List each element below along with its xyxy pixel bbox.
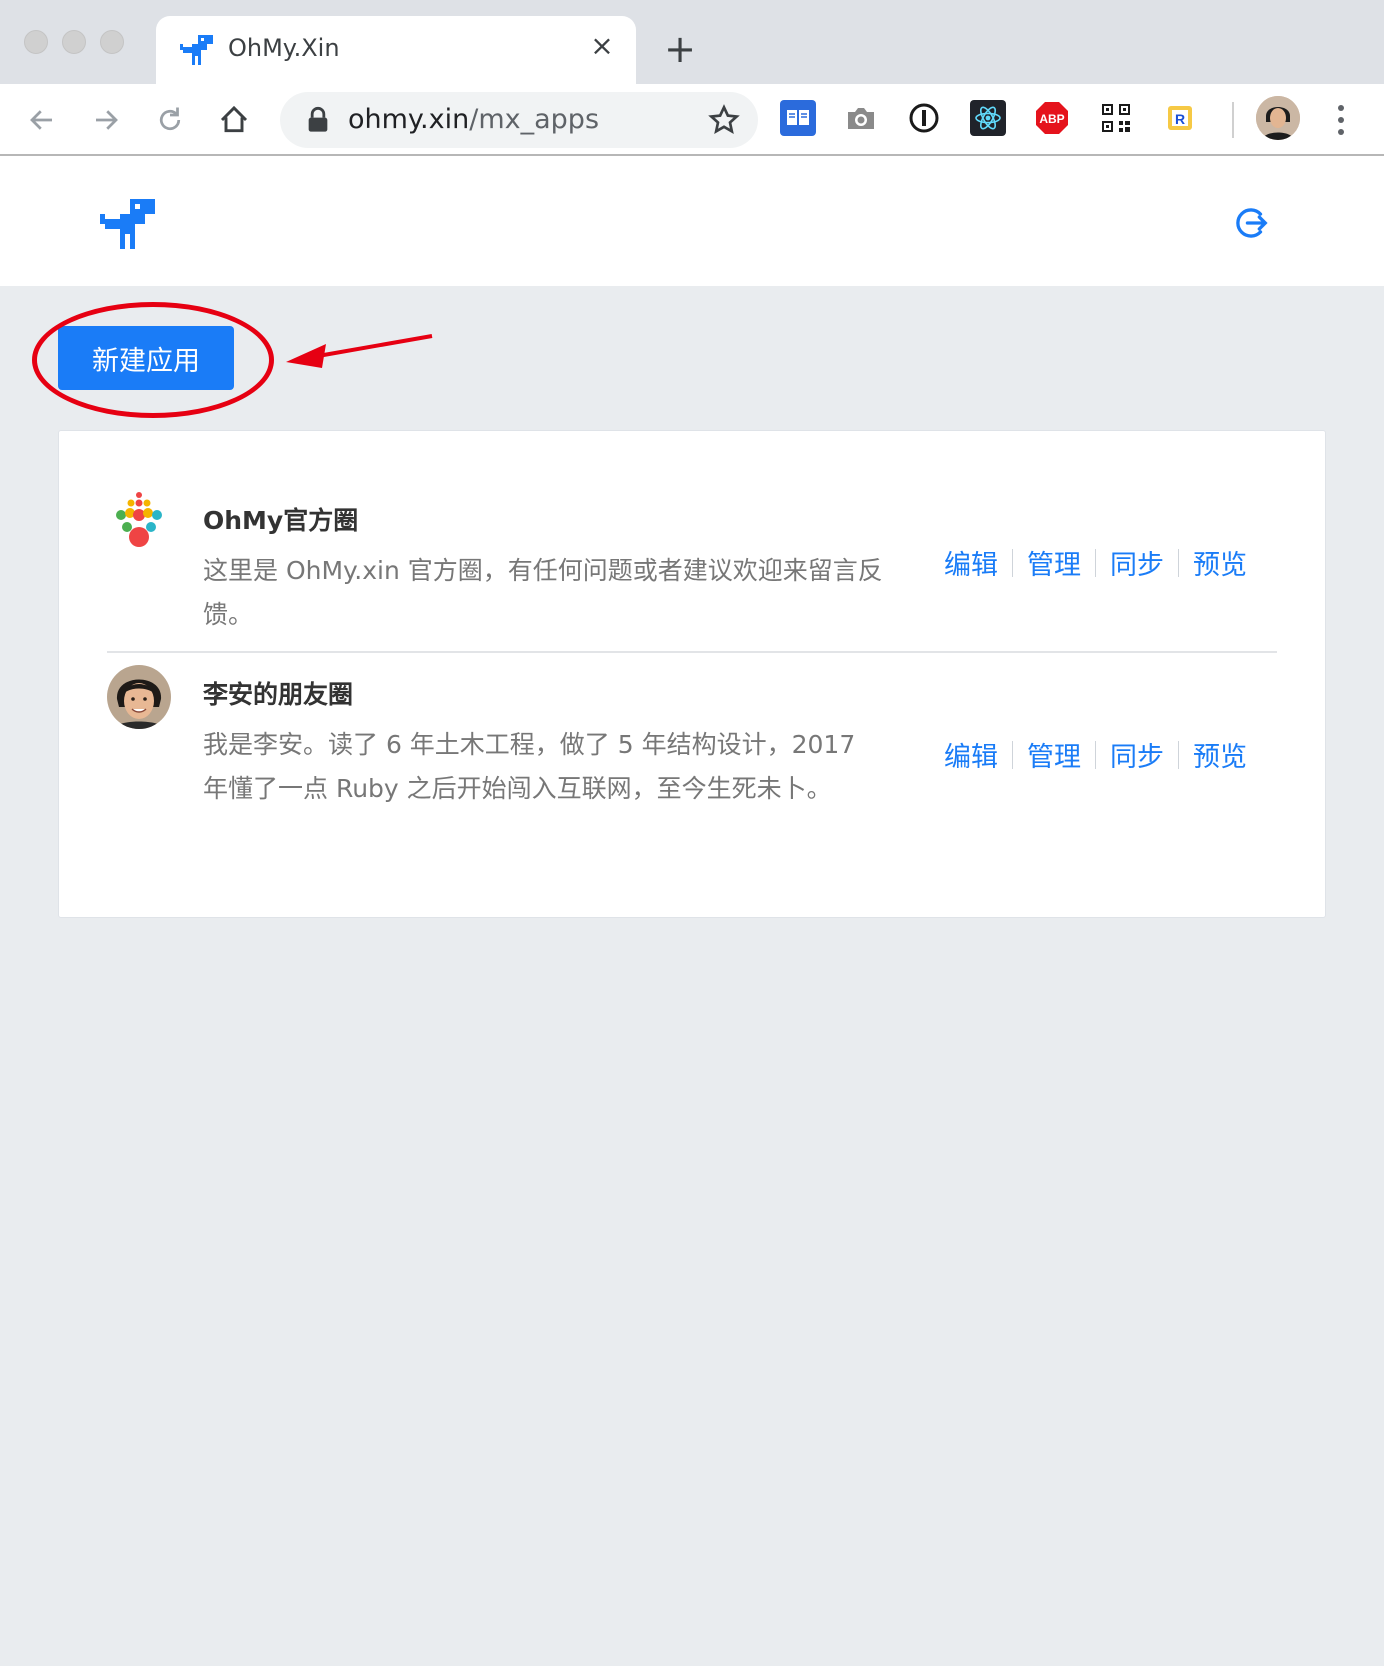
- profile-avatar[interactable]: [1256, 96, 1300, 140]
- app-avatar-ohmy: [107, 491, 171, 555]
- reader-mode-icon[interactable]: [780, 100, 816, 136]
- arrow-left-icon: [30, 110, 52, 130]
- manage-link[interactable]: 管理: [1013, 543, 1095, 582]
- url-path: /mx_apps: [469, 104, 600, 135]
- app-description: 这里是 OhMy.xin 官方圈，有任何问题或者建议欢迎来留言反馈。: [203, 556, 883, 629]
- edit-link[interactable]: 编辑: [930, 735, 1012, 774]
- app-title[interactable]: 李安的朋友圈: [203, 675, 353, 711]
- tab-close-icon[interactable]: ×: [586, 30, 618, 62]
- app-header: [0, 158, 1384, 286]
- annotation-highlight-ellipse: [32, 302, 274, 418]
- annotation-arrow-icon: [286, 334, 433, 368]
- new-tab-button[interactable]: +: [660, 30, 700, 70]
- app-actions: 编辑 管理 同步 预览: [930, 543, 1261, 582]
- reload-extension-label: R: [1175, 111, 1185, 127]
- adblock-icon[interactable]: ABP: [1034, 100, 1070, 136]
- reload-button[interactable]: [148, 98, 192, 142]
- browser-toolbar: ohmy.xin/mx_apps ABP R: [0, 84, 1384, 156]
- window-close-button[interactable]: [24, 30, 48, 54]
- sync-link[interactable]: 同步: [1096, 543, 1178, 582]
- app-list-card: OhMy官方圈 这里是 OhMy.xin 官方圈，有任何问题或者建议欢迎来留言反…: [58, 430, 1326, 918]
- tab-title: OhMy.Xin: [228, 34, 340, 62]
- back-button[interactable]: [20, 98, 64, 142]
- dino-favicon-icon: [180, 35, 213, 65]
- list-item: 李安的朋友圈 我是李安。读了 6 年土木工程，做了 5 年结构设计，2017 年…: [107, 665, 1277, 865]
- dino-logo-icon[interactable]: [100, 194, 160, 254]
- edit-link[interactable]: 编辑: [930, 543, 1012, 582]
- lock-icon: [308, 106, 328, 132]
- home-button[interactable]: [212, 98, 256, 142]
- qr-code-icon[interactable]: [1098, 100, 1134, 136]
- react-devtools-icon[interactable]: [970, 100, 1006, 136]
- 1password-icon[interactable]: [906, 100, 942, 136]
- url-text: ohmy.xin/mx_apps: [348, 104, 599, 135]
- reload-extension-icon[interactable]: R: [1162, 100, 1198, 136]
- app-avatar-lian: [107, 665, 171, 729]
- browser-tab-active[interactable]: OhMy.Xin ×: [156, 16, 636, 84]
- app-actions: 编辑 管理 同步 预览: [930, 735, 1261, 774]
- browser-tab-strip: OhMy.Xin × +: [0, 0, 1384, 84]
- url-host: ohmy.xin: [348, 104, 470, 135]
- reload-icon: [159, 107, 181, 131]
- adblock-label: ABP: [1039, 112, 1064, 126]
- window-zoom-button[interactable]: [100, 30, 124, 54]
- camera-icon[interactable]: [843, 100, 879, 136]
- preview-link[interactable]: 预览: [1179, 735, 1261, 774]
- home-icon: [220, 105, 248, 133]
- app-title[interactable]: OhMy官方圈: [203, 501, 358, 537]
- manage-link[interactable]: 管理: [1013, 735, 1095, 774]
- app-description: 我是李安。读了 6 年土木工程，做了 5 年结构设计，2017 年懂了一点 Ru…: [203, 730, 856, 803]
- list-item: OhMy官方圈 这里是 OhMy.xin 官方圈，有任何问题或者建议欢迎来留言反…: [107, 491, 1277, 653]
- forward-button[interactable]: [84, 98, 128, 142]
- preview-link[interactable]: 预览: [1179, 543, 1261, 582]
- window-minimize-button[interactable]: [62, 30, 86, 54]
- bookmark-star-icon[interactable]: [708, 104, 740, 136]
- logout-icon[interactable]: [1232, 204, 1270, 242]
- toolbar-divider: [1232, 102, 1234, 138]
- browser-menu-icon[interactable]: [1326, 98, 1356, 142]
- arrow-right-icon: [96, 110, 118, 130]
- address-bar[interactable]: ohmy.xin/mx_apps: [280, 92, 758, 148]
- sync-link[interactable]: 同步: [1096, 735, 1178, 774]
